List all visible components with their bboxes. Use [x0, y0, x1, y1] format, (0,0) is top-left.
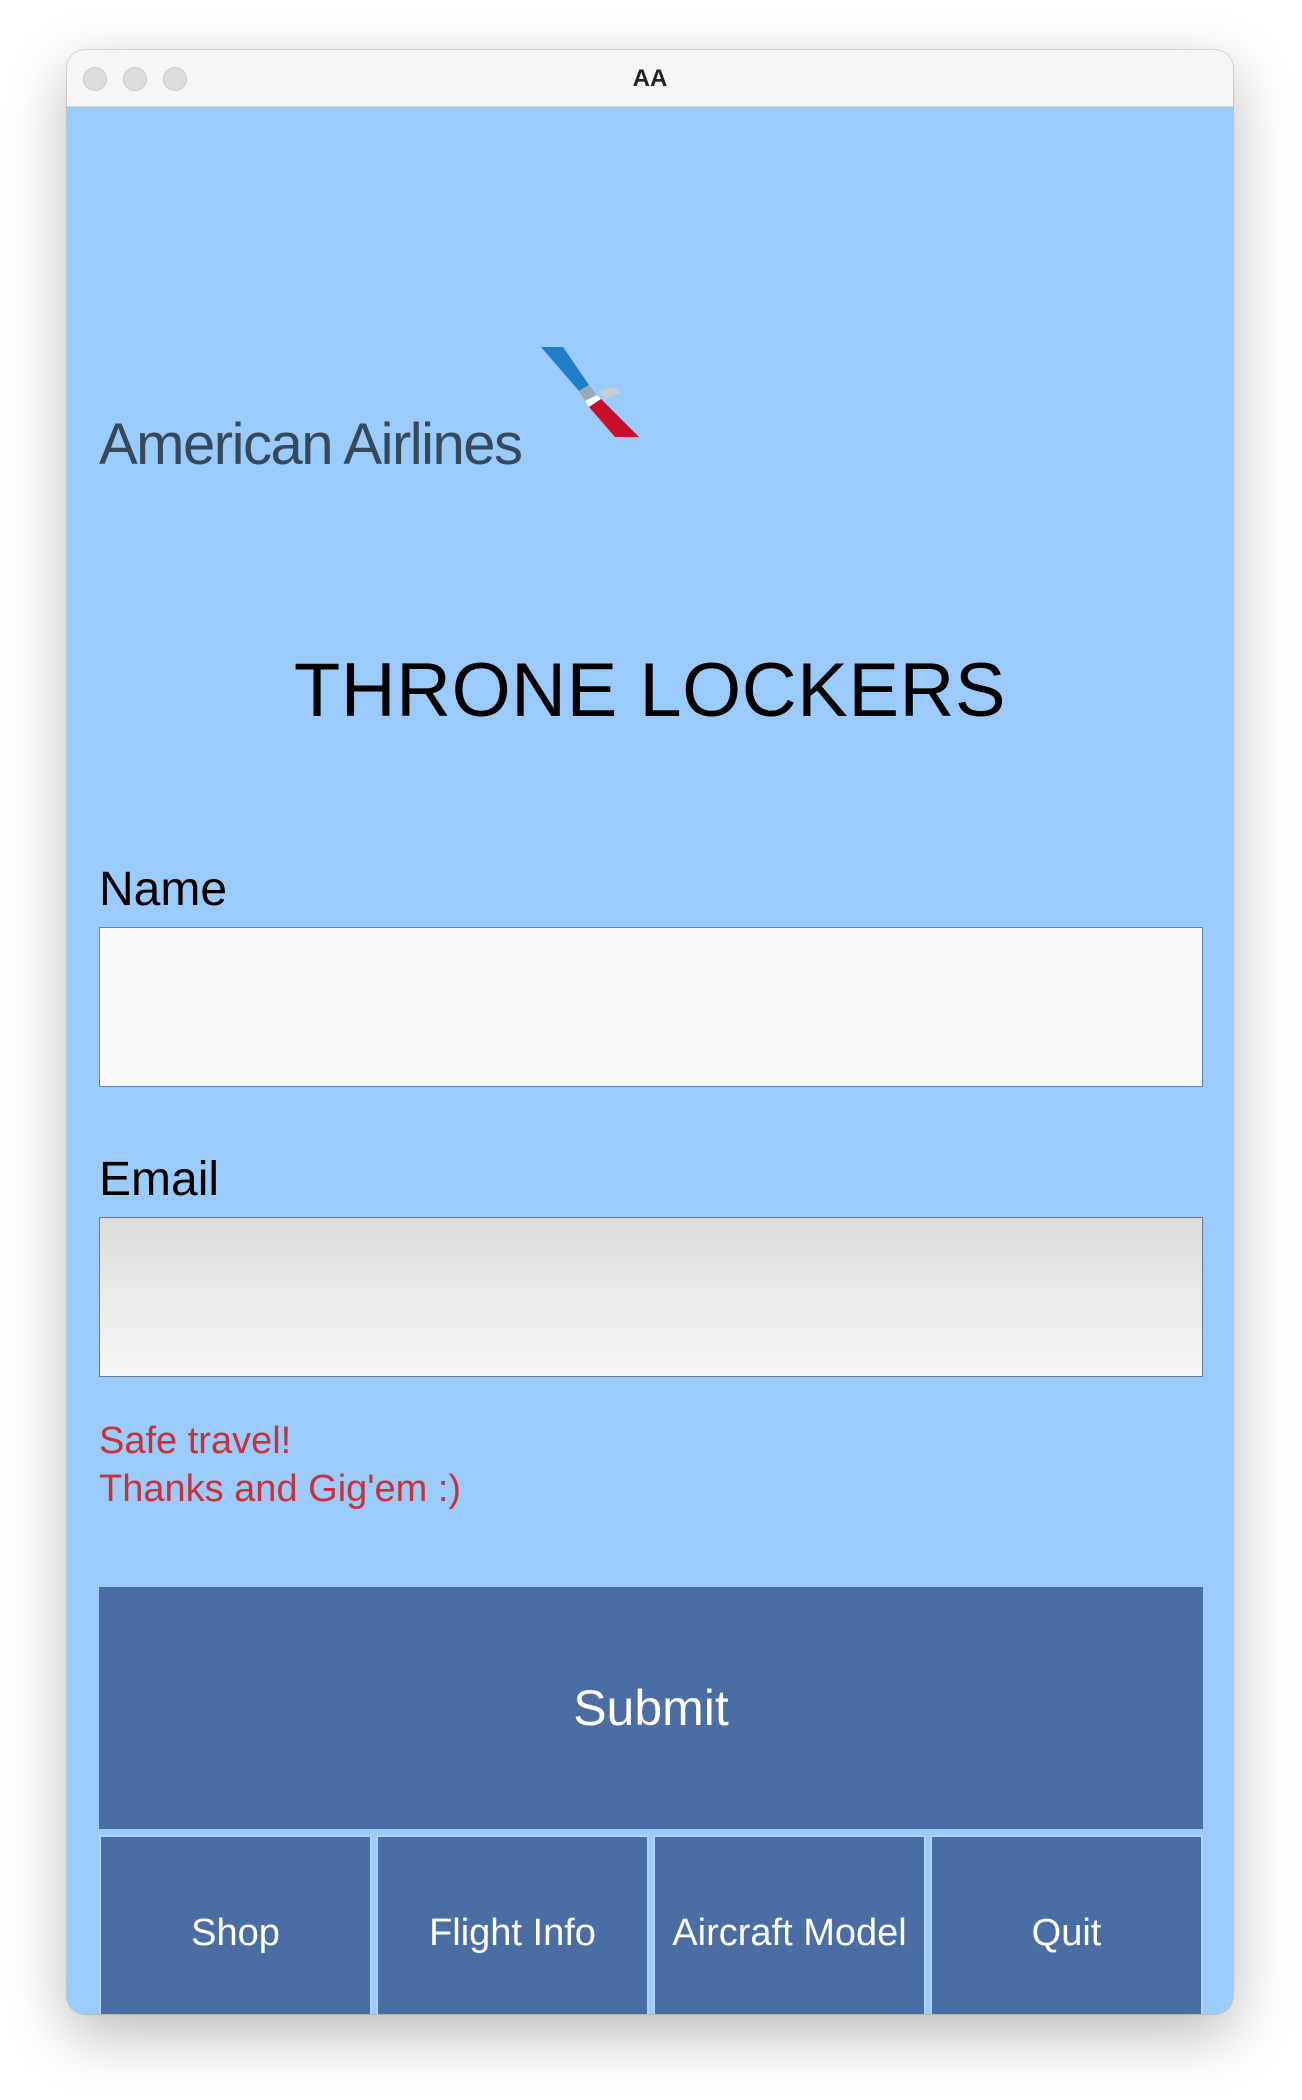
window-title: AA: [632, 65, 668, 92]
window-titlebar: AA: [67, 50, 1233, 107]
email-input[interactable]: [99, 1217, 1203, 1377]
logo-text: American Airlines: [99, 412, 523, 477]
name-input[interactable]: [99, 927, 1203, 1087]
submit-button[interactable]: Submit: [99, 1587, 1203, 1829]
aircraft-model-button[interactable]: Aircraft Model: [653, 1835, 926, 2014]
flight-info-button[interactable]: Flight Info: [376, 1835, 649, 2014]
flight-symbol-icon: [541, 347, 639, 437]
name-label: Name: [99, 863, 228, 916]
quit-button[interactable]: Quit: [930, 1835, 1203, 2014]
app-window: AA American Airlines THRONE LOCKERS Name…: [67, 50, 1233, 2014]
main-content: American Airlines THRONE LOCKERS Name Em…: [67, 107, 1233, 2014]
status-message: Safe travel! Thanks and Gig'em :): [99, 1417, 461, 1513]
page-title: THRONE LOCKERS: [293, 648, 1007, 733]
bottom-nav: Shop Flight Info Aircraft Model Quit: [99, 1835, 1203, 2014]
email-label: Email: [99, 1153, 220, 1206]
message-line-2: Thanks and Gig'em :): [99, 1468, 462, 1510]
american-airlines-logo: American Airlines: [99, 347, 719, 477]
shop-button[interactable]: Shop: [99, 1835, 372, 2014]
message-line-1: Safe travel!: [99, 1420, 292, 1462]
